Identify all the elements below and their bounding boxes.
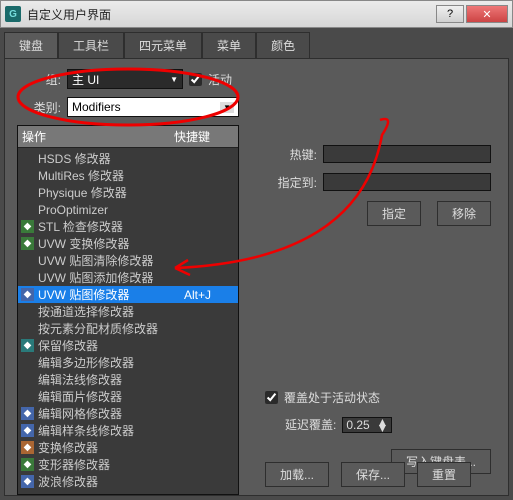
list-item[interactable]: ◆变换修改器 — [18, 439, 238, 456]
modifier-icon: ◆ — [21, 407, 34, 420]
list-item[interactable]: UVW 贴图添加修改器 — [18, 269, 238, 286]
hotkey-input[interactable] — [323, 145, 491, 163]
list-item[interactable]: ◆保留修改器 — [18, 337, 238, 354]
list-item[interactable]: ◆变形器修改器 — [18, 456, 238, 473]
group-label: 组: — [17, 71, 61, 88]
list-item[interactable]: ◆编辑样条线修改器 — [18, 422, 238, 439]
list-item[interactable]: ◆STL 检查修改器 — [18, 218, 238, 235]
modifier-icon: ◆ — [21, 458, 34, 471]
tab-color[interactable]: 颜色 — [256, 32, 310, 58]
list-item[interactable]: MultiRes 修改器 — [18, 167, 238, 184]
save-button[interactable]: 保存... — [341, 462, 405, 487]
modifier-icon: ◆ — [21, 339, 34, 352]
assign-button[interactable]: 指定 — [367, 201, 421, 226]
modifier-icon: ◆ — [21, 424, 34, 437]
modifier-icon: ◆ — [21, 237, 34, 250]
list-item[interactable]: 编辑多边形修改器 — [18, 354, 238, 371]
tab-quad[interactable]: 四元菜单 — [124, 32, 202, 58]
delay-label: 延迟覆盖: — [285, 416, 336, 433]
chevron-down-icon: ▼ — [170, 75, 178, 84]
titlebar: G 自定义用户界面 ? ✕ — [0, 0, 513, 28]
list-item[interactable]: ◆波浪修改器 — [18, 473, 238, 488]
tab-menu[interactable]: 菜单 — [202, 32, 256, 58]
app-icon: G — [5, 6, 21, 22]
delay-spinner[interactable]: 0.25 ▲▼ — [342, 417, 392, 433]
list-item[interactable]: 编辑面片修改器 — [18, 388, 238, 405]
load-button[interactable]: 加载... — [265, 462, 329, 487]
chevron-down-icon: ▼ — [220, 102, 234, 113]
group-dropdown[interactable]: 主 UI▼ — [67, 69, 183, 89]
modifier-icon: ◆ — [21, 475, 34, 488]
remove-button[interactable]: 移除 — [437, 201, 491, 226]
assigned-to-label: 指定到: — [265, 174, 317, 191]
help-button[interactable]: ? — [436, 5, 464, 23]
tabs: 键盘 工具栏 四元菜单 菜单 颜色 — [0, 28, 513, 58]
list-item[interactable]: HSDS 修改器 — [18, 150, 238, 167]
modifier-icon: ◆ — [21, 441, 34, 454]
reset-button[interactable]: 重置 — [417, 462, 471, 487]
category-dropdown[interactable]: Modifiers▼ — [67, 97, 239, 117]
list-item[interactable]: UVW 贴图清除修改器 — [18, 252, 238, 269]
modifier-icon: ◆ — [21, 220, 34, 233]
list-header: 操作 快捷键 — [18, 126, 238, 148]
list-item[interactable]: ProOptimizer — [18, 201, 238, 218]
tab-toolbar[interactable]: 工具栏 — [58, 32, 124, 58]
list-item[interactable]: ◆编辑网格修改器 — [18, 405, 238, 422]
category-label: 类别: — [17, 99, 61, 116]
active-checkbox[interactable] — [189, 73, 202, 86]
window-title: 自定义用户界面 — [27, 6, 436, 23]
action-list[interactable]: 操作 快捷键 HSDS 修改器MultiRes 修改器Physique 修改器P… — [17, 125, 239, 495]
hotkey-label: 热键: — [265, 146, 317, 163]
override-checkbox[interactable] — [265, 391, 278, 404]
tab-keyboard[interactable]: 键盘 — [4, 32, 58, 58]
list-item[interactable]: 按元素分配材质修改器 — [18, 320, 238, 337]
list-item[interactable]: ◆UVW 变换修改器 — [18, 235, 238, 252]
modifier-icon: ◆ — [21, 288, 34, 301]
active-label: 活动 — [208, 71, 232, 88]
spinner-down-icon[interactable]: ▼ — [376, 425, 388, 431]
override-label: 覆盖处于活动状态 — [284, 389, 380, 406]
list-item[interactable]: 按通道选择修改器 — [18, 303, 238, 320]
close-button[interactable]: ✕ — [466, 5, 508, 23]
list-item[interactable]: 编辑法线修改器 — [18, 371, 238, 388]
list-item[interactable]: ◆UVW 贴图修改器Alt+J — [18, 286, 238, 303]
list-item[interactable]: Physique 修改器 — [18, 184, 238, 201]
assigned-to-input[interactable] — [323, 173, 491, 191]
